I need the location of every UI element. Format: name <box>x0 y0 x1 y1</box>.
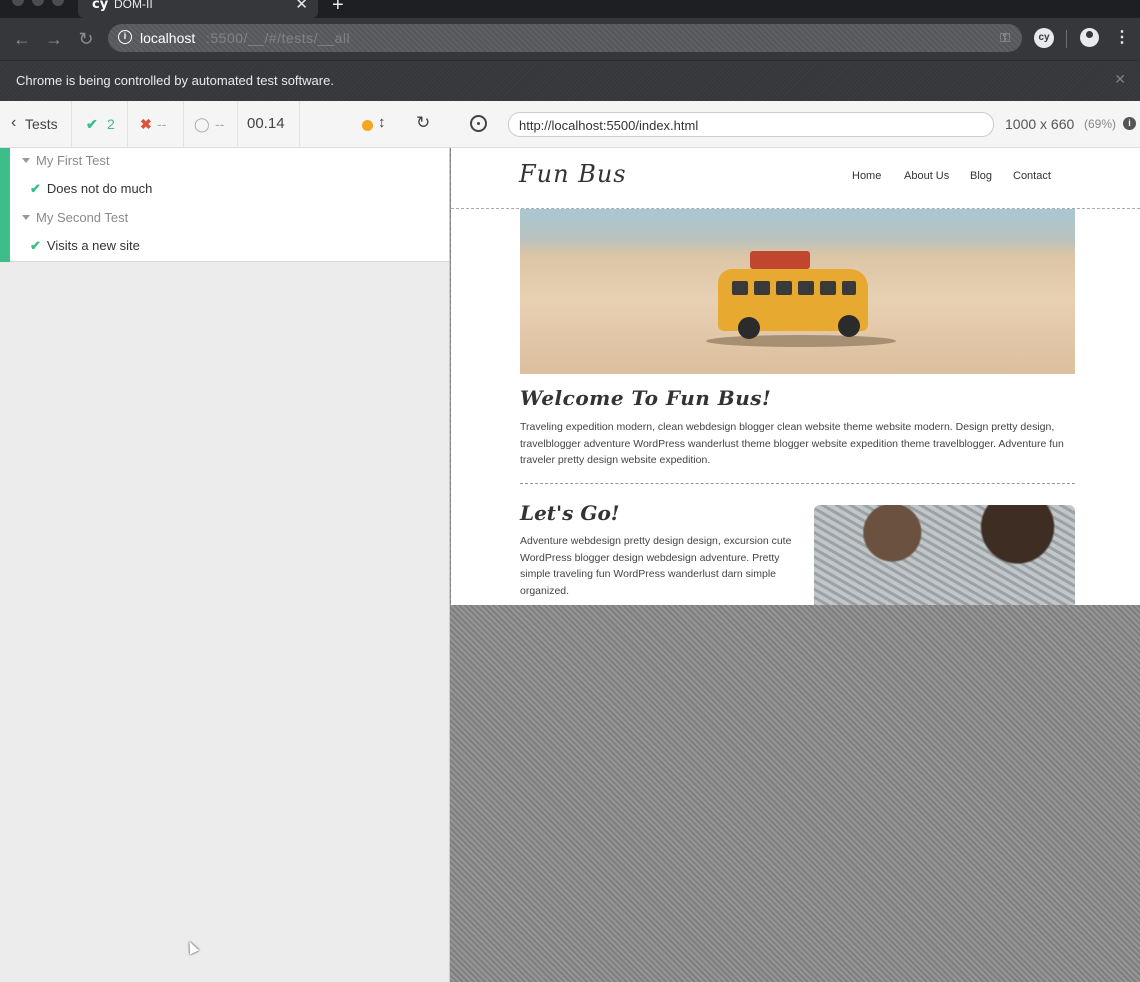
roof-luggage <box>750 251 810 269</box>
chrome-menu-icon[interactable]: ⋮ <box>1114 27 1130 47</box>
app-under-test-frame: Fun Bus Home About Us Blog Contact Welco… <box>451 148 1140 605</box>
duration-stat: 00.14 <box>238 101 300 148</box>
nav-home-link[interactable]: Home <box>852 170 881 182</box>
section-heading: Let's Go! <box>520 501 620 525</box>
infobar-close-icon[interactable]: ✕ <box>1114 71 1126 88</box>
passed-indicator-bar <box>0 148 10 262</box>
suite-first-test[interactable]: My First Test <box>22 153 109 168</box>
aut-url-field[interactable]: http://localhost:5500/index.html <box>508 112 994 137</box>
running-status-dot <box>362 120 373 131</box>
address-host: localhost <box>140 30 196 46</box>
tab-close-icon[interactable]: ✕ <box>295 0 308 13</box>
pending-stat: ◯ -- <box>184 101 238 148</box>
test-title: Does not do much <box>46 181 153 196</box>
nav-contact-link[interactable]: Contact <box>1013 170 1051 182</box>
nav-blog-link[interactable]: Blog <box>970 170 992 182</box>
passed-stat: ✔ 2 <box>72 101 128 148</box>
window-minimize-dot[interactable] <box>32 0 44 6</box>
test-title: Visits a new site <box>46 238 140 253</box>
profile-avatar-icon[interactable] <box>1080 28 1099 47</box>
intro-paragraph: Traveling expedition modern, clean webde… <box>520 421 1064 466</box>
cross-icon: ✖ <box>140 116 152 132</box>
runner-header: http://localhost:5500/index.html 1000 x … <box>450 101 1140 148</box>
suite-title: My First Test <box>36 153 110 168</box>
content-divider <box>520 483 1075 484</box>
runnables-list: My First Test ✔ Does not do much My Secon… <box>0 148 449 262</box>
test-visits-new-site[interactable]: ✔ Visits a new site <box>30 238 140 254</box>
test-does-not-do-much[interactable]: ✔ Does not do much <box>30 181 152 197</box>
bus-shadow <box>706 335 896 347</box>
infobar-message: Chrome is being controlled by automated … <box>16 73 334 88</box>
new-tab-icon[interactable]: + <box>332 0 344 17</box>
address-bar[interactable]: i localhost :5500/__/#/tests/__all ⚿ <box>108 24 1022 52</box>
browser-tabstrip: cy DOM-II ✕ + <box>0 0 1140 18</box>
tests-label: Tests <box>25 116 58 132</box>
tab-title: DOM-II <box>114 0 153 11</box>
pending-circle-icon: ◯ <box>194 116 210 132</box>
suite-second-test[interactable]: My Second Test <box>22 210 128 225</box>
hero-bus-image <box>520 209 1075 374</box>
aut-url: http://localhost:5500/index.html <box>519 118 699 133</box>
reload-icon[interactable]: ↻ <box>74 27 98 51</box>
automation-infobar: Chrome is being controlled by automated … <box>0 60 1140 101</box>
viewport-scale: (69%) <box>1084 117 1117 131</box>
map-image <box>814 505 1075 605</box>
rerun-tests-icon[interactable]: ↻ <box>416 113 430 133</box>
failed-stat: ✖ -- <box>128 101 184 148</box>
check-icon: ✔ <box>86 116 98 132</box>
browser-tab[interactable]: cy DOM-II ✕ <box>78 0 318 18</box>
intro-heading: Welcome To Fun Bus! <box>520 386 772 410</box>
nav-about-link[interactable]: About Us <box>904 170 949 182</box>
suite-title: My Second Test <box>36 210 129 225</box>
auto-scroll-arrows-icon[interactable]: ↕ <box>378 114 386 131</box>
window-close-dot[interactable] <box>12 0 24 6</box>
back-arrow-icon[interactable]: ← <box>10 27 34 51</box>
caret-down-icon <box>22 158 30 163</box>
selector-playground-icon[interactable] <box>470 115 487 132</box>
site-info-icon[interactable]: i <box>118 30 132 44</box>
section-paragraph: Adventure webdesign pretty design design… <box>520 535 792 597</box>
chevron-left-icon: ‹ <box>11 114 17 131</box>
address-path: :5500/__/#/tests/__all <box>206 30 351 46</box>
cypress-extension-icon[interactable]: cy <box>1034 28 1054 48</box>
tests-back-button[interactable]: ‹ Tests <box>0 101 72 148</box>
viewport-size: 1000 x 660 <box>1005 116 1075 132</box>
reporter-header: ‹ Tests ✔ 2 ✖ -- ◯ -- 00.14 ↕ ↻ <box>0 101 450 148</box>
check-icon: ✔ <box>30 238 41 253</box>
bus-wheel <box>838 315 860 337</box>
browser-toolbar: ← → ↻ i localhost :5500/__/#/tests/__all… <box>0 18 1140 60</box>
passed-count: 2 <box>107 116 115 132</box>
duration: 00.14 <box>247 115 285 132</box>
site-logo[interactable]: Fun Bus <box>519 160 627 188</box>
forward-arrow-icon[interactable]: → <box>42 27 66 51</box>
window-zoom-dot[interactable] <box>52 0 64 6</box>
viewport-info-icon[interactable]: i <box>1123 117 1136 130</box>
reporter-panel: My First Test ✔ Does not do much My Secon… <box>0 148 450 982</box>
mouse-cursor-icon <box>184 939 200 955</box>
toolbar-divider <box>1066 30 1067 48</box>
caret-down-icon <box>22 215 30 220</box>
pending-count: -- <box>215 116 225 132</box>
key-icon[interactable]: ⚿ <box>1000 30 1010 46</box>
failed-count: -- <box>157 116 167 132</box>
check-icon: ✔ <box>30 181 41 196</box>
cypress-favicon-icon: cy <box>92 0 109 12</box>
